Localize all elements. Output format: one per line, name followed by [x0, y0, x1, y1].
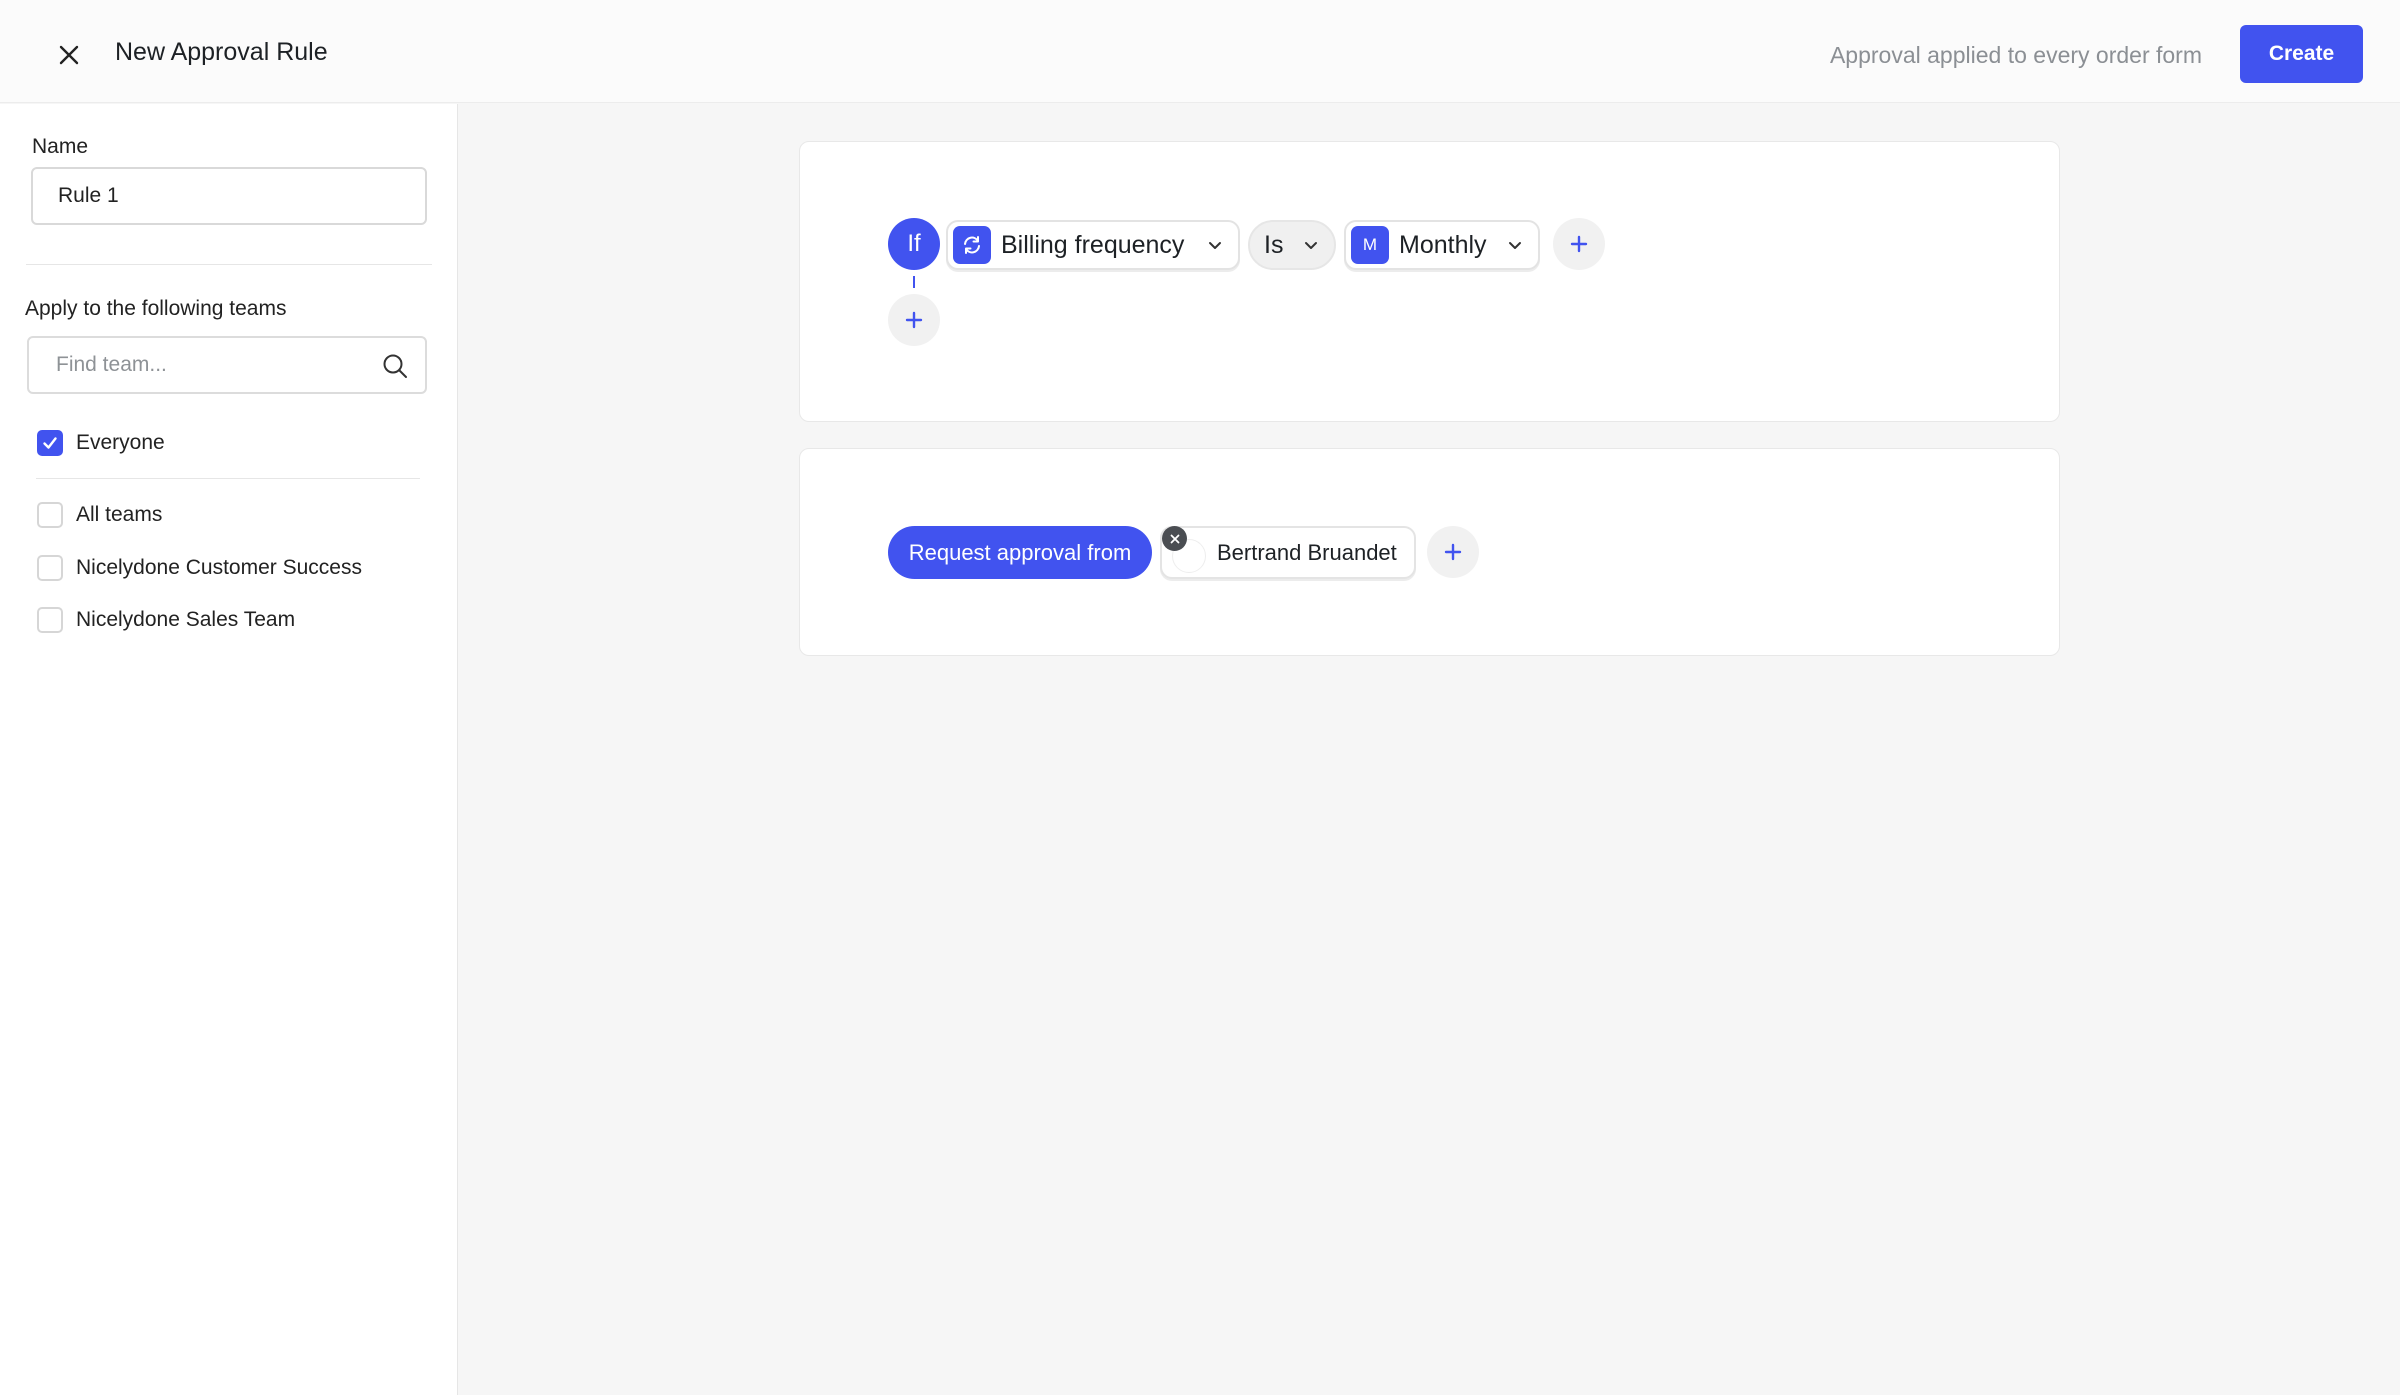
sidebar: Name Apply to the following teams Everyo…	[0, 104, 458, 1395]
team-option-label: Nicelydone Sales Team	[76, 608, 296, 631]
divider	[26, 264, 432, 265]
remove-approver-icon[interactable]	[1162, 526, 1187, 551]
team-option-everyone[interactable]: Everyone	[37, 430, 165, 456]
checkbox-checked[interactable]	[37, 430, 63, 456]
chevron-down-icon	[1509, 242, 1521, 249]
field-label: Billing frequency	[1001, 230, 1185, 259]
top-bar: New Approval Rule Approval applied to ev…	[0, 0, 2400, 103]
add-approver-button[interactable]	[1427, 526, 1479, 578]
create-button[interactable]: Create	[2240, 25, 2363, 83]
team-option-sales-team[interactable]: Nicelydone Sales Team	[37, 607, 295, 633]
search-icon[interactable]	[381, 352, 409, 380]
value-badge: M	[1351, 226, 1389, 264]
value-label: Monthly	[1399, 230, 1487, 259]
add-condition-button[interactable]	[888, 294, 940, 346]
team-option-label: Nicelydone Customer Success	[76, 556, 362, 579]
checkbox[interactable]	[37, 502, 63, 528]
name-field[interactable]	[31, 167, 427, 225]
request-approval-badge: Request approval from	[888, 526, 1152, 579]
connector-line	[913, 276, 915, 288]
team-search-input[interactable]	[29, 338, 369, 392]
value-select[interactable]: M Monthly	[1344, 220, 1540, 270]
check-icon	[43, 437, 57, 449]
divider	[36, 478, 420, 479]
approval-card: Request approval from Bertrand Bruandet	[799, 448, 2060, 656]
team-option-customer-success[interactable]: Nicelydone Customer Success	[37, 555, 362, 581]
field-select[interactable]: Billing frequency	[946, 220, 1240, 270]
refresh-icon	[953, 226, 991, 264]
add-condition-value-button[interactable]	[1553, 218, 1605, 270]
plus-icon	[905, 311, 923, 329]
if-badge: If	[888, 218, 940, 270]
rule-scope-info: Approval applied to every order form	[1829, 42, 2202, 68]
teams-label: Apply to the following teams	[25, 297, 287, 320]
team-option-label: All teams	[76, 503, 163, 526]
plus-icon	[1570, 235, 1588, 253]
page-title: New Approval Rule	[115, 38, 328, 66]
close-icon[interactable]	[52, 38, 86, 72]
chevron-down-icon	[1209, 242, 1221, 249]
operator-label: Is	[1264, 230, 1284, 259]
approver-name: Bertrand Bruandet	[1217, 539, 1397, 565]
chevron-down-icon	[1305, 242, 1317, 249]
name-label: Name	[32, 135, 89, 158]
team-option-label: Everyone	[76, 431, 165, 454]
checkbox[interactable]	[37, 555, 63, 581]
checkbox[interactable]	[37, 607, 63, 633]
condition-card: If Billing frequency Is M Monthly	[799, 141, 2060, 422]
team-option-all-teams[interactable]: All teams	[37, 502, 162, 528]
team-search	[27, 336, 427, 394]
plus-icon	[1444, 543, 1462, 561]
operator-select[interactable]: Is	[1248, 220, 1336, 270]
